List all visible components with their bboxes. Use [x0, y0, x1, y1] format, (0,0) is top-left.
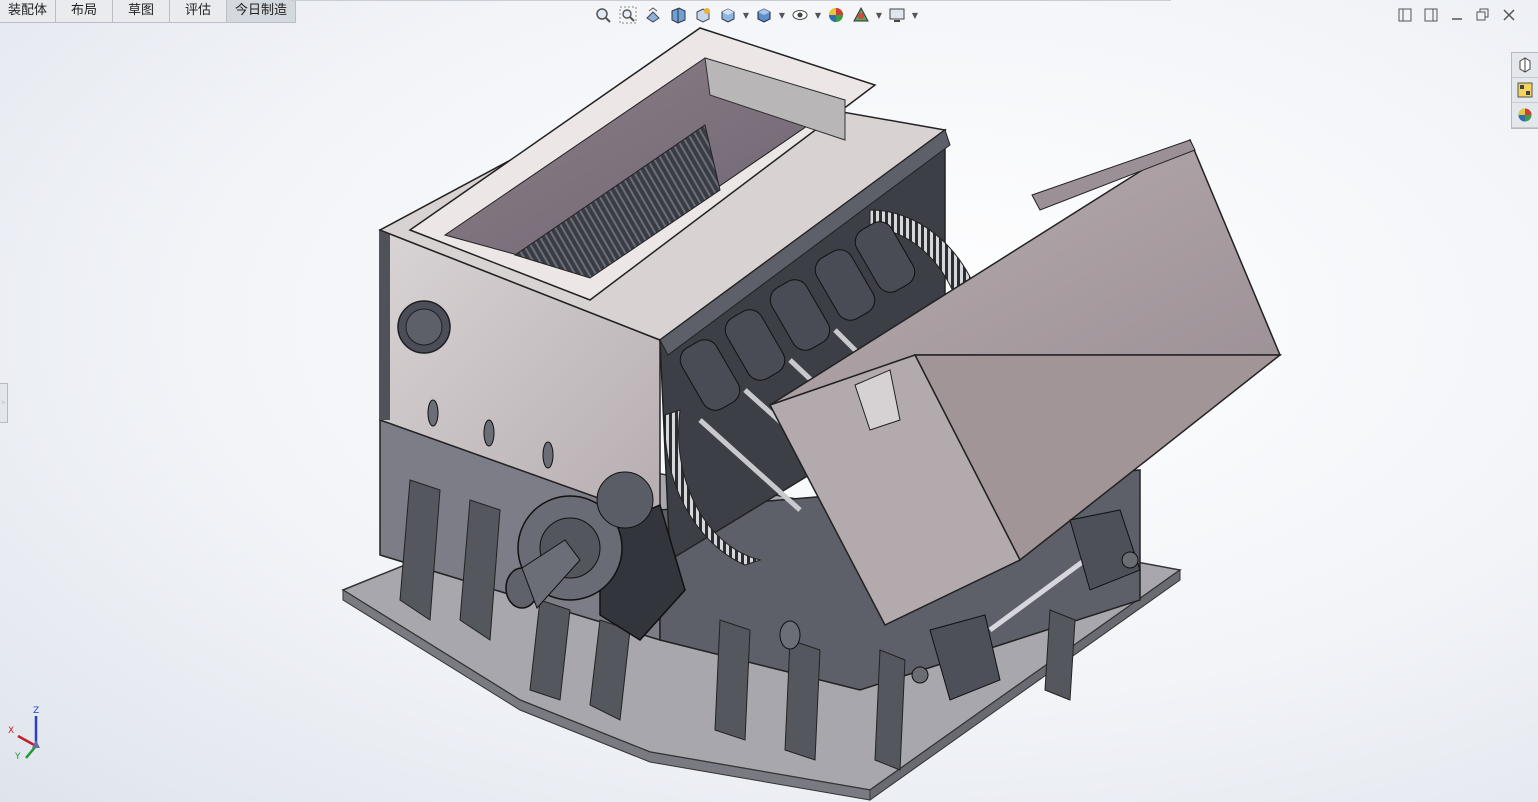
axis-triad-icon	[17, 716, 40, 759]
command-manager-tabs: 装配体 布局 草图 评估 今日制造	[0, 0, 297, 23]
reference-triad: Z X Y	[6, 706, 56, 766]
hammer-crusher-model	[341, 27, 1283, 801]
triad-z-label: Z	[33, 706, 40, 716]
tab-layout[interactable]: 布局	[56, 0, 114, 22]
triad-y-label: Y	[15, 752, 21, 762]
graphics-area[interactable]	[0, 22, 1538, 802]
tab-sketch[interactable]: 草图	[113, 0, 171, 22]
tab-assembly[interactable]: 装配体	[0, 0, 57, 22]
tab-made-today[interactable]: 今日制造	[227, 0, 297, 22]
tab-evaluate[interactable]: 评估	[170, 0, 228, 22]
triad-x-label: X	[8, 726, 15, 736]
tabstrip-divider	[291, 0, 1171, 1]
